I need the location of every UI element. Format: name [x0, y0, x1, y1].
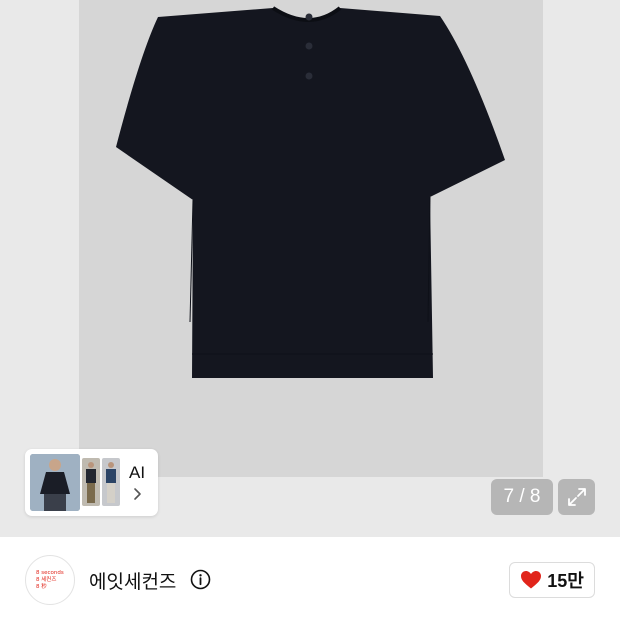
- like-button[interactable]: 15만: [509, 562, 595, 598]
- like-count: 15만: [547, 571, 584, 591]
- brand-logo-line-1: 8 seconds: [36, 570, 64, 576]
- ai-label: AI: [129, 463, 146, 482]
- ai-recommend-card[interactable]: AI: [25, 449, 158, 516]
- product-image-gallery[interactable]: AI 7 / 8: [0, 0, 620, 537]
- shirt-button-1: [305, 13, 313, 21]
- shirt-button-3: [305, 72, 313, 80]
- chevron-right-icon: [134, 488, 141, 500]
- image-counter: 7 / 8: [491, 479, 553, 515]
- brand-bar: 8 seconds 8 세컨즈 8 秒 에잇세컨즈 15만: [0, 537, 620, 620]
- brand-name[interactable]: 에잇세컨즈: [89, 567, 176, 594]
- brand-logo[interactable]: 8 seconds 8 세컨즈 8 秒: [25, 555, 75, 605]
- heart-icon: [521, 571, 542, 589]
- expand-icon: [567, 488, 586, 506]
- info-icon[interactable]: [190, 569, 211, 590]
- ai-thumbnail-outfit-1: [82, 458, 100, 506]
- image-counter-text: 7 / 8: [503, 486, 541, 507]
- ai-thumbnail-outfit-2: [102, 458, 120, 506]
- expand-button[interactable]: [558, 479, 595, 515]
- brand-logo-line-2: 8 세컨즈: [36, 577, 57, 583]
- shirt-button-2: [305, 42, 313, 50]
- brand-logo-line-3: 8 秒: [36, 584, 47, 590]
- ai-thumbnail-model: [30, 454, 80, 511]
